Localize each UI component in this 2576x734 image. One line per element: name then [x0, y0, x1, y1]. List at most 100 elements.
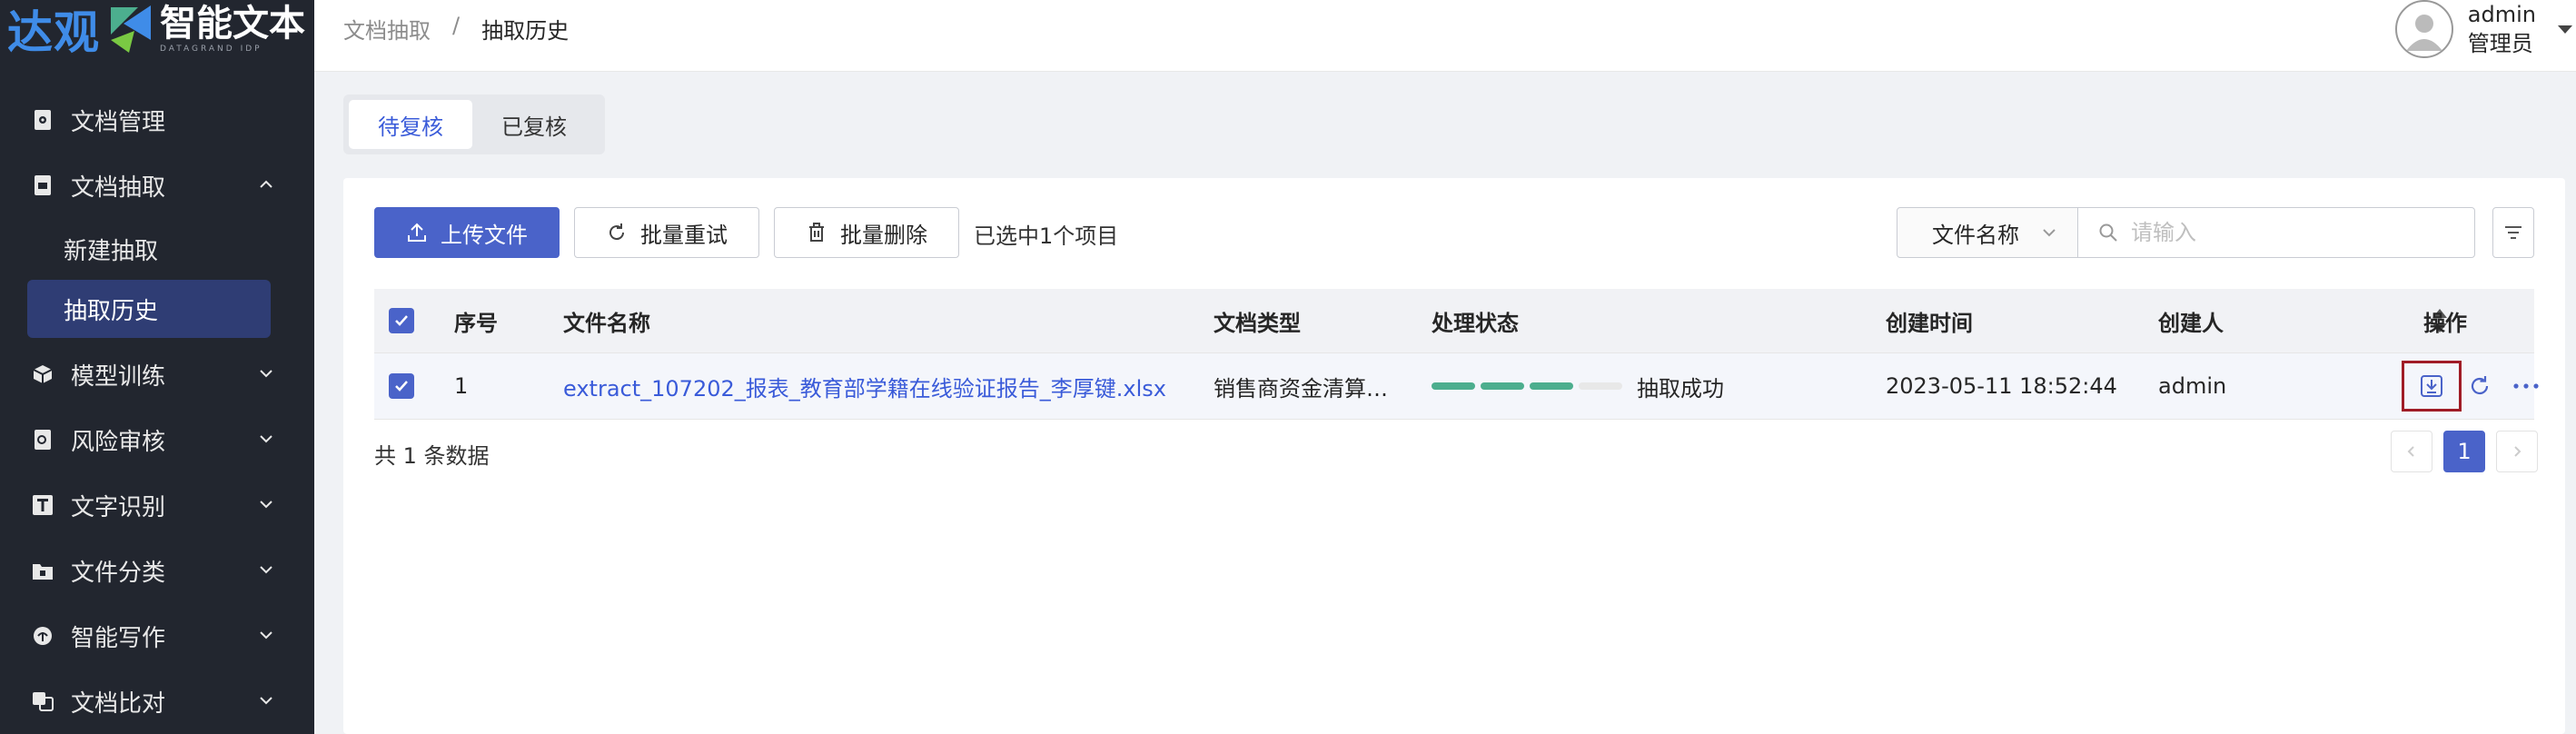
sidebar-item-file-classify[interactable]: 文件分类	[0, 538, 314, 603]
refresh-icon	[609, 223, 625, 241]
header-creator: 创建人	[2158, 310, 2224, 336]
select-all-checkbox[interactable]	[389, 308, 414, 333]
row-checkbox[interactable]	[389, 373, 414, 399]
cube-icon	[31, 362, 54, 386]
document-search-icon	[31, 428, 54, 451]
progress-segment	[1432, 382, 1475, 390]
table-header: 序号 文件名称 文档类型 处理状态 创建时间 创建人 操作	[374, 289, 2534, 353]
header-doc-type: 文档类型	[1214, 310, 1301, 336]
search-field-value: 文件名称	[1932, 222, 2019, 248]
row-select-cell	[389, 353, 414, 419]
delete-label: 批量删除	[840, 222, 927, 248]
avatar[interactable]	[2394, 0, 2453, 58]
select-all-cell	[389, 289, 414, 352]
sidebar-item-label: 模型训练	[71, 362, 166, 391]
chevron-down-icon	[260, 631, 272, 640]
row-index: 1	[454, 373, 469, 399]
page-button-current[interactable]: 1	[2443, 431, 2485, 472]
main-card: 上传文件 批量重试 批量删除 已选中1个项目 文件名称 序号 文件名称 文档类型…	[343, 178, 2565, 734]
batch-delete-button[interactable]: 批量删除	[774, 207, 959, 258]
header-actions: 操作	[2423, 310, 2467, 336]
sidebar-menu: 文档管理 文档抽取 新建抽取 抽取历史 模型训练 风险审核 文字识别 文件分类 …	[0, 87, 314, 734]
filter-button[interactable]	[2492, 207, 2534, 258]
row-creator: admin	[2158, 373, 2227, 399]
upload-file-button[interactable]: 上传文件	[374, 207, 560, 258]
row-actions	[2402, 353, 2540, 419]
breadcrumb-current: 抽取历史	[481, 18, 570, 44]
header-filename: 文件名称	[563, 310, 650, 336]
user-avatar-icon	[2405, 15, 2442, 51]
progress-segment	[1481, 382, 1524, 390]
more-icon[interactable]	[2512, 382, 2540, 390]
search-box	[2077, 207, 2475, 258]
progress-segment	[1579, 382, 1622, 390]
sidebar-item-smart-writing[interactable]: 智能写作	[0, 603, 314, 669]
row-created-at: 2023-05-11 18:52:44	[1886, 373, 2117, 399]
check-icon	[395, 315, 408, 326]
tab-reviewed[interactable]: 已复核	[472, 100, 596, 149]
user-name: admin	[2467, 2, 2536, 27]
tab-pending-review[interactable]: 待复核	[349, 100, 472, 149]
chevron-down-icon	[260, 566, 272, 574]
sidebar-item-extract-history[interactable]: 抽取历史	[27, 280, 271, 338]
chevron-down-icon	[260, 697, 272, 705]
breadcrumb-parent[interactable]: 文档抽取	[343, 13, 431, 45]
chevron-up-icon	[260, 180, 272, 188]
header-status: 处理状态	[1432, 310, 1519, 336]
review-tabs: 待复核 已复核	[343, 94, 605, 154]
chevron-down-icon	[260, 501, 272, 509]
search-icon	[2099, 223, 2117, 242]
user-menu[interactable]: admin 管理员	[2394, 0, 2576, 58]
row-doc-type: 销售商资金清算…	[1214, 375, 1388, 402]
chevron-down-icon	[260, 370, 272, 378]
top-header: 文档抽取 / 抽取历史 admin 管理员	[314, 0, 2576, 72]
sidebar-item-label: 风险审核	[71, 428, 166, 456]
download-button[interactable]	[2402, 361, 2462, 412]
next-page-button[interactable]	[2496, 431, 2538, 472]
sidebar-item-label: 文件分类	[71, 559, 166, 587]
folder-icon	[31, 559, 54, 582]
user-role: 管理员	[2467, 31, 2533, 56]
sidebar-item-model-training[interactable]: 模型训练	[0, 342, 314, 407]
sidebar-item-label: 文档抽取	[71, 174, 166, 202]
chevron-left-icon	[2407, 446, 2414, 457]
row-filename-link[interactable]: extract_107202_报表_教育部学籍在线验证报告_李厚键.xlsx	[563, 353, 1166, 419]
document-extract-icon	[31, 174, 54, 197]
retry-icon[interactable]	[2467, 373, 2492, 399]
table-row[interactable]: 1 extract_107202_报表_教育部学籍在线验证报告_李厚键.xlsx…	[374, 353, 2539, 420]
caret-down-icon[interactable]	[2556, 20, 2574, 38]
upload-label: 上传文件	[441, 222, 528, 248]
batch-retry-button[interactable]: 批量重试	[574, 207, 759, 258]
status-progress-bar	[1432, 382, 1622, 390]
sidebar-item-risk-review[interactable]: 风险审核	[0, 407, 314, 472]
header-created-at: 创建时间	[1886, 310, 1973, 336]
row-status: 抽取成功	[1432, 353, 1724, 419]
filter-icon	[2505, 226, 2522, 239]
search-field-select[interactable]: 文件名称	[1897, 207, 2078, 258]
prev-page-button[interactable]	[2391, 431, 2432, 472]
upload-icon	[408, 223, 426, 242]
sidebar: 达观 智能文本 DATAGRAND IDP 文档管理 文档抽取 新建抽取 抽取历…	[0, 0, 314, 734]
sidebar-item-new-extract[interactable]: 新建抽取	[0, 218, 314, 280]
brain-icon	[31, 624, 54, 648]
text-t-icon	[31, 493, 54, 517]
progress-segment	[1530, 382, 1573, 390]
sidebar-item-label: 文档管理	[71, 108, 166, 136]
extract-history-table: 序号 文件名称 文档类型 处理状态 创建时间 创建人 操作 1 extract_…	[374, 289, 2539, 420]
check-icon	[395, 381, 408, 392]
brand-name: 达观	[7, 6, 100, 59]
sidebar-item-doc-extract[interactable]: 文档抽取	[0, 153, 314, 218]
brand-logo[interactable]: 达观 智能文本 DATAGRAND IDP	[7, 0, 305, 59]
sidebar-item-doc-manage[interactable]: 文档管理	[0, 87, 314, 153]
product-sub: DATAGRAND IDP	[160, 45, 263, 54]
sidebar-item-ocr[interactable]: 文字识别	[0, 472, 314, 538]
search-input[interactable]	[2129, 219, 2460, 246]
sidebar-item-label: 文字识别	[71, 493, 166, 521]
download-icon	[2421, 375, 2442, 397]
chevron-down-icon	[2043, 229, 2056, 237]
sidebar-item-label: 智能写作	[71, 624, 166, 652]
sidebar-item-doc-compare[interactable]: 文档比对	[0, 669, 314, 734]
compare-icon	[31, 689, 54, 713]
breadcrumb: 文档抽取 / 抽取历史	[343, 13, 569, 45]
retry-label: 批量重试	[640, 222, 728, 248]
